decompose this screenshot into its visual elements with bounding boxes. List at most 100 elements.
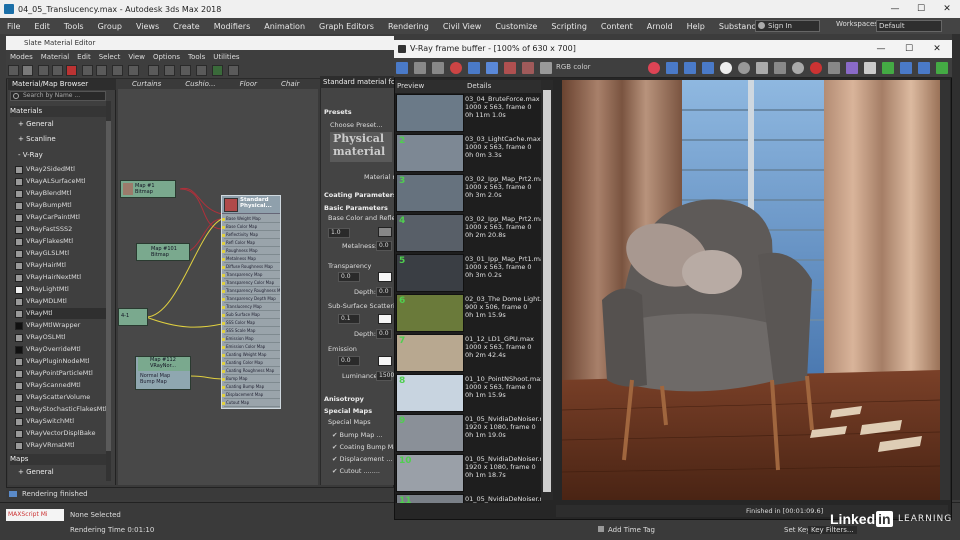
list-item[interactable]: VRay2SidedMtl [15,164,106,175]
sme-menu-view[interactable]: View [124,53,149,61]
menu-help[interactable]: Help [680,22,712,31]
presets-rollout[interactable]: Presets [324,108,352,116]
menu-icon[interactable] [540,62,552,74]
menu-create[interactable]: Create [166,22,207,31]
maximize-icon[interactable]: ☐ [908,0,934,18]
node-map-112-vraynormal[interactable]: Map #112 VRayNor... Normal Map Bump Map [135,356,191,390]
sss-color-swatch[interactable] [378,314,392,324]
menu-arnold[interactable]: Arnold [640,22,680,31]
tab-floor[interactable]: Floor [226,79,267,89]
section-vray[interactable]: - V-Ray [10,150,106,161]
red-channel-icon[interactable] [666,62,678,74]
node-map-41[interactable]: 4-1 [118,308,148,326]
render-icon[interactable] [900,62,912,74]
list-item[interactable]: VRayCarPaintMtl [15,212,106,223]
sme-menu-utilities[interactable]: Utilities [209,53,243,61]
blue-channel-icon[interactable] [702,62,714,74]
sme-menu-select[interactable]: Select [95,53,125,61]
menu-group[interactable]: Group [91,22,129,31]
node-slot[interactable]: Coating Roughness Map [224,368,280,375]
layout-all-icon[interactable] [148,65,159,76]
node-map-101-bitmap[interactable]: Map #101 Bitmap [136,243,190,261]
node-slot[interactable]: SSS Color Map [224,320,280,327]
menu-views[interactable]: Views [129,22,166,31]
mono-icon[interactable] [738,62,750,74]
history-row[interactable]: 6 02_03_The Dome Light.max900 x 506, fram… [395,293,541,333]
heart-icon[interactable] [648,62,660,74]
menu-civil-view[interactable]: Civil View [436,22,489,31]
vfb-maximize-icon[interactable]: ☐ [896,40,922,58]
sss-weight-spinner[interactable]: 0.1 [338,314,360,324]
browser-search-input[interactable]: Search by Name ... [10,91,106,101]
node-slot[interactable]: Coating Bump Map [224,384,280,391]
node-standard-physical[interactable]: Standard Physical... Base Weight Map Base… [221,195,281,409]
stop-render-icon[interactable] [810,62,822,74]
green-channel-icon[interactable] [684,62,696,74]
sme-menu-modes[interactable]: Modes [6,53,37,61]
section-maps-general[interactable]: + General [10,467,106,478]
luminance-spinner[interactable]: 1500 [376,371,394,381]
menu-tools[interactable]: Tools [57,22,91,31]
node-slot[interactable]: Base Color Map [224,224,280,231]
coating-params-rollout[interactable]: Coating Parameters [324,191,397,199]
anisotropy-rollout[interactable]: Anisotropy [324,395,364,403]
close-icon[interactable]: ✕ [934,0,960,18]
history-row[interactable]: 2 03_03_LightCache.max 1000 x 563, frame 0… [395,133,541,173]
history-thumbnail[interactable]: 3 [396,174,464,212]
history-thumbnail[interactable]: 6 [396,294,464,332]
teapot-icon[interactable] [936,62,948,74]
menu-content[interactable]: Content [594,22,640,31]
menu-customize[interactable]: Customize [488,22,544,31]
history-thumbnail[interactable]: 2 [396,134,464,172]
list-item[interactable]: VRayPointParticleMtl [15,368,106,379]
alpha-channel-icon[interactable] [720,62,732,74]
set-key-button[interactable]: Set Key [784,526,810,534]
emission-color-swatch[interactable] [378,356,392,366]
track-mouse-icon[interactable] [792,62,804,74]
toggle-history-icon[interactable] [396,62,408,74]
choose-preset-dropdown[interactable]: Choose Preset... [330,121,383,129]
history-row[interactable]: 8 01_10_PointNShoot.max 1000 x 563, frame … [395,373,541,413]
node-slot[interactable]: Diffuse Roughness Map [224,264,280,271]
sme-menu-options[interactable]: Options [149,53,184,61]
metalness-spinner[interactable]: 0.0 [376,241,392,251]
delete-selected-icon[interactable] [66,65,77,76]
assign-material-icon[interactable] [52,65,63,76]
history-thumbnail[interactable]: 7 [396,334,464,372]
menu-scripting[interactable]: Scripting [544,22,594,31]
list-item[interactable]: VRayMtlWrapper [15,320,106,331]
select-by-material-icon[interactable] [212,65,223,76]
history-thumbnail[interactable]: 10 [396,454,464,492]
section-materials[interactable]: Materials [10,106,106,117]
list-item[interactable]: VRayBlendMtl [15,188,106,199]
list-item[interactable]: VRayVRmatMtl [15,440,106,451]
list-item[interactable]: VRayALSurfaceMtl [15,176,106,187]
history-row[interactable]: 03_04_BruteForce.max 1000 x 563, frame 00… [395,93,541,133]
move-children-icon[interactable] [82,65,93,76]
vfb-minimize-icon[interactable]: — [868,40,894,58]
history-thumbnail[interactable]: 11 [396,494,464,503]
basic-params-rollout[interactable]: Basic Parameters [324,204,388,212]
maxscript-listener[interactable]: MAXScript Mi [6,509,64,521]
list-item[interactable]: VRayGLSLMtl [15,248,106,259]
node-slot[interactable]: Coating Weight Map [224,352,280,359]
hide-editor-icon[interactable] [228,65,239,76]
sign-in-dropdown[interactable]: Sign In [755,20,820,32]
section-maps[interactable]: Maps [10,454,106,465]
list-item[interactable]: VRayHairNextMtl [15,272,106,283]
menu-graph-editors[interactable]: Graph Editors [312,22,381,31]
node-slot[interactable]: Coating Color Map [224,360,280,367]
node-slot[interactable]: Cutout Map [224,400,280,407]
material-browser-icon[interactable] [180,65,191,76]
compare-b-icon[interactable] [486,62,498,74]
pick-material-icon[interactable] [22,65,33,76]
list-item[interactable]: VRayFlakesMtl [15,236,106,247]
history-row[interactable]: 5 03_01_Ipp_Map_Prt1.max 1000 x 563, frame… [395,253,541,293]
select-tool-icon[interactable] [8,65,19,76]
node-slot[interactable]: Bump Map [224,376,280,383]
node-slot[interactable]: Base Weight Map [224,216,280,223]
history-thumbnail[interactable]: 9 [396,414,464,452]
list-item[interactable]: VRayScatterVolume [15,392,106,403]
coating-bump-checkbox[interactable]: ✔ Coating Bump Map [332,443,402,451]
displacement-checkbox[interactable]: ✔ Displacement ... [332,455,392,463]
